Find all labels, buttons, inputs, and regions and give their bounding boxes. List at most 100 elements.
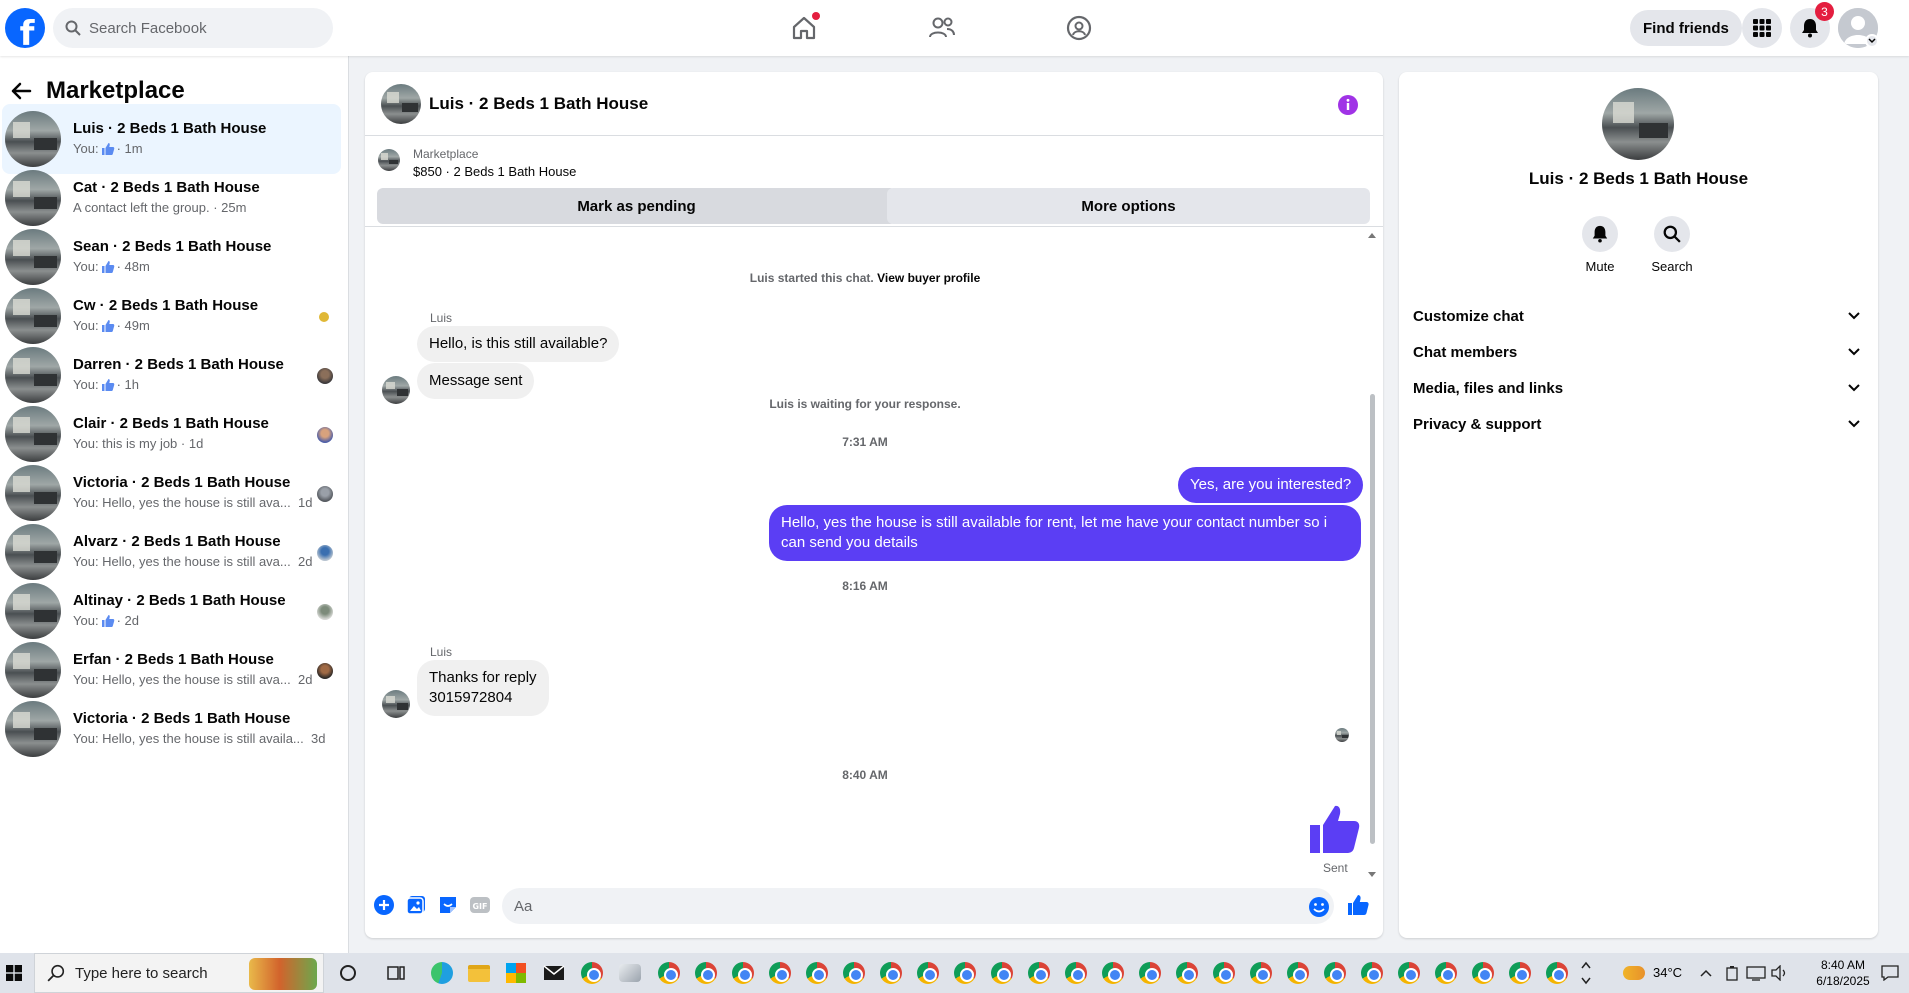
plus-circle-icon[interactable] — [373, 894, 395, 916]
timestamp: 7:31 AM — [842, 435, 888, 449]
clock-date: 6/18/2025 — [1816, 974, 1870, 988]
conversation-preview: You: Hello, yes the house is still avail… — [73, 731, 326, 746]
find-friends-button[interactable]: Find friends — [1630, 10, 1742, 46]
sticker-icon[interactable] — [437, 894, 459, 916]
microsoft-store-icon[interactable] — [502, 959, 530, 987]
conversation-name: Victoria · 2 Beds 1 Bath House — [73, 710, 291, 727]
chrome-icon[interactable] — [1025, 959, 1053, 987]
volume-icon[interactable] — [1766, 959, 1794, 987]
system-clock[interactable]: 8:40 AM 6/18/2025 — [1811, 957, 1875, 989]
thumbs-up-icon — [101, 142, 114, 155]
chrome-icon[interactable] — [729, 959, 757, 987]
friends-nav-button[interactable] — [926, 12, 958, 44]
chrome-icon[interactable] — [988, 959, 1016, 987]
chrome-icon[interactable] — [1543, 959, 1571, 987]
mail-icon[interactable] — [540, 959, 568, 987]
menu-button[interactable] — [1742, 8, 1782, 48]
photo-icon[interactable] — [405, 894, 427, 916]
task-view-icon[interactable] — [382, 959, 410, 987]
app-icon[interactable] — [616, 959, 644, 987]
listing-thumbnail — [5, 170, 61, 226]
chrome-icon[interactable] — [692, 959, 720, 987]
start-button[interactable] — [0, 953, 28, 993]
mute-button[interactable]: Mute — [1570, 216, 1630, 274]
conversation-preview: You: · 49m — [73, 318, 150, 333]
file-explorer-icon[interactable] — [465, 959, 493, 987]
taskbar-scroll-arrows-icon[interactable] — [1580, 959, 1592, 987]
chrome-icon[interactable] — [1099, 959, 1127, 987]
search-icon — [47, 964, 65, 982]
home-nav-button[interactable] — [788, 12, 820, 44]
listing-thumbnail — [5, 642, 61, 698]
chrome-icon[interactable] — [1506, 959, 1534, 987]
chevron-down-icon — [1848, 384, 1860, 392]
conversation-preview: A contact left the group. · 25m — [73, 200, 247, 215]
info-avatar[interactable] — [1602, 88, 1674, 160]
account-chevron-down-icon[interactable] — [1865, 34, 1879, 48]
outgoing-message[interactable]: Hello, yes the house is still available … — [769, 505, 1361, 561]
chat-title[interactable]: Luis · 2 Beds 1 Bath House — [429, 94, 648, 114]
facebook-logo[interactable]: f — [5, 8, 45, 48]
message-input[interactable] — [502, 888, 1334, 924]
cortana-icon[interactable] — [334, 959, 362, 987]
chrome-icon[interactable] — [1432, 959, 1460, 987]
sent-thumbs-up-icon[interactable] — [1308, 803, 1360, 855]
incoming-message[interactable]: Hello, is this still available? — [417, 326, 620, 362]
listing-price[interactable]: $850 · 2 Beds 1 Bath House — [413, 164, 576, 179]
chat-avatar[interactable] — [381, 84, 421, 124]
chrome-icon[interactable] — [1173, 959, 1201, 987]
chrome-icon[interactable] — [1136, 959, 1164, 987]
incoming-message[interactable]: Thanks for reply 3015972804 — [417, 660, 549, 716]
mark-as-pending-button[interactable]: Mark as pending — [377, 188, 896, 224]
back-arrow-icon[interactable] — [10, 80, 32, 102]
chrome-icon[interactable] — [578, 959, 606, 987]
message-scrollbar[interactable] — [1368, 232, 1376, 877]
incoming-message[interactable]: Message sent — [417, 363, 535, 399]
conversation-item[interactable]: Victoria · 2 Beds 1 Bath House You: Hell… — [2, 694, 341, 764]
chrome-icon[interactable] — [1062, 959, 1090, 987]
notification-center-icon[interactable] — [1876, 959, 1904, 987]
scroll-up-arrow-icon[interactable] — [1368, 232, 1376, 238]
edge-icon[interactable] — [428, 959, 456, 987]
privacy-support-row[interactable]: Privacy & support — [1407, 402, 1870, 446]
chrome-icon[interactable] — [1469, 959, 1497, 987]
chrome-icon[interactable] — [1210, 959, 1238, 987]
view-buyer-profile-link[interactable]: View buyer profile — [877, 271, 980, 285]
chevron-up-icon[interactable] — [1692, 959, 1720, 987]
more-options-button[interactable]: More options — [887, 188, 1370, 224]
gif-icon[interactable]: GIF — [469, 894, 491, 916]
chrome-icon[interactable] — [840, 959, 868, 987]
search-in-conversation-button[interactable]: Search — [1642, 216, 1702, 274]
chrome-icon[interactable] — [655, 959, 683, 987]
message-composer: GIF — [365, 882, 1383, 938]
taskbar-search[interactable] — [34, 953, 324, 993]
sender-avatar[interactable] — [382, 690, 410, 718]
chrome-icon[interactable] — [877, 959, 905, 987]
emoji-icon[interactable] — [1308, 896, 1330, 918]
outgoing-message[interactable]: Yes, are you interested? — [1178, 467, 1364, 503]
weather-temperature[interactable]: 34°C — [1653, 965, 1682, 980]
chrome-icon[interactable] — [1358, 959, 1386, 987]
chrome-icon[interactable] — [803, 959, 831, 987]
groups-nav-button[interactable] — [1063, 12, 1095, 44]
scroll-down-arrow-icon[interactable] — [1368, 872, 1376, 878]
taskbar-search-input[interactable] — [75, 964, 245, 982]
chrome-icon[interactable] — [766, 959, 794, 987]
scroll-thumb[interactable] — [1370, 394, 1375, 844]
notification-count-badge: 3 — [1815, 2, 1834, 21]
read-receipt-avatar — [317, 486, 333, 502]
notifications-button[interactable]: 3 — [1790, 2, 1834, 48]
chrome-icon[interactable] — [951, 959, 979, 987]
search-input[interactable] — [89, 19, 309, 37]
facebook-search-box[interactable] — [53, 8, 333, 48]
chrome-icon[interactable] — [1247, 959, 1275, 987]
info-icon[interactable] — [1337, 94, 1359, 116]
send-thumbs-up-icon[interactable] — [1347, 894, 1369, 916]
message-line: Thanks for reply — [429, 669, 537, 686]
chrome-icon[interactable] — [914, 959, 942, 987]
chrome-icon[interactable] — [1284, 959, 1312, 987]
chrome-icon[interactable] — [1395, 959, 1423, 987]
weather-icon[interactable] — [1620, 959, 1648, 987]
chrome-icon[interactable] — [1321, 959, 1349, 987]
windows-logo-icon — [6, 965, 22, 981]
